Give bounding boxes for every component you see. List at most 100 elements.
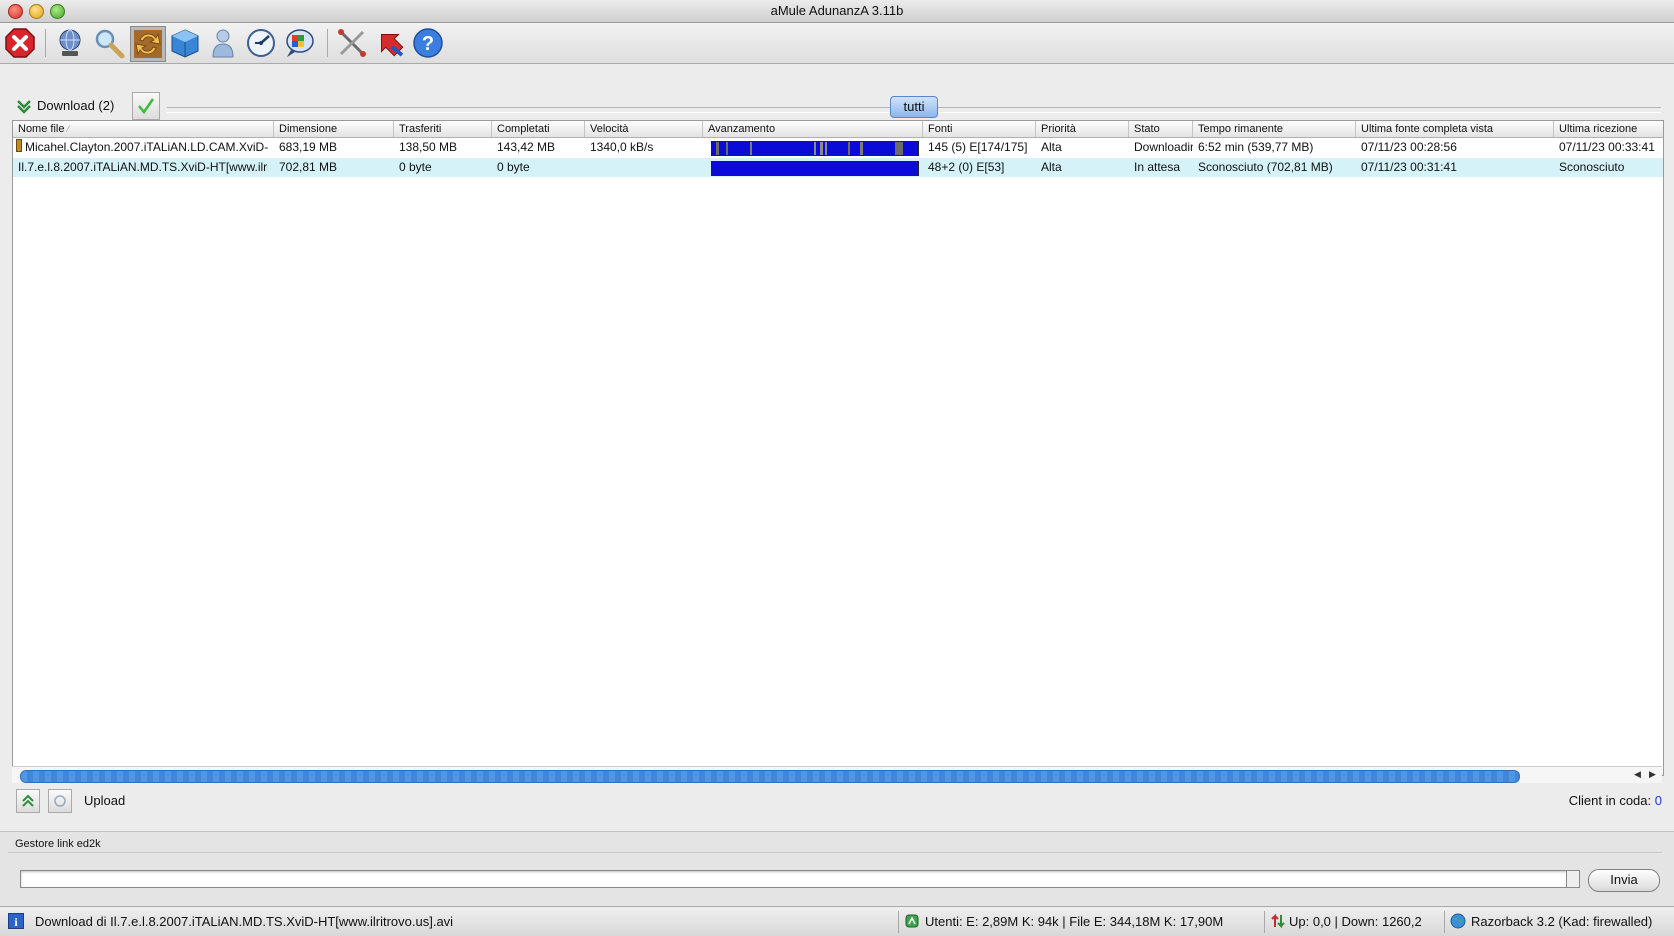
- column-header-sources[interactable]: Fonti: [923, 121, 1036, 137]
- table-row[interactable]: Micahel.Clayton.2007.iTALiAN.LD.CAM.XviD…: [13, 138, 1663, 157]
- shared-files-icon: [171, 29, 199, 58]
- window-close-button[interactable]: [8, 4, 23, 19]
- statistics-icon: [247, 29, 275, 57]
- filter-all-button[interactable]: tutti: [890, 96, 938, 118]
- transfers-button[interactable]: [130, 26, 166, 62]
- search-button[interactable]: [92, 26, 126, 60]
- horizontal-scrollbar[interactable]: ◀ ▶: [12, 766, 1662, 783]
- messages-button[interactable]: [206, 26, 240, 60]
- upload-toggle-button[interactable]: [16, 789, 40, 813]
- downloads-title: Download (2): [37, 98, 115, 113]
- sources-cell: 48+2 (0) E[53]: [928, 160, 1005, 174]
- speed-cell: 1340,0 kB/s: [590, 140, 654, 154]
- import-icon: [381, 34, 404, 57]
- sort-indicator-icon: ⁄: [67, 124, 70, 134]
- column-header-size[interactable]: Dimensione: [274, 121, 394, 137]
- download-arrow-icon: [17, 100, 31, 114]
- ed2k-label: Gestore link ed2k: [15, 838, 101, 850]
- help-button[interactable]: ?: [411, 26, 445, 60]
- last-received-cell: 07/11/23 00:33:41: [1559, 140, 1655, 154]
- last-received-cell: Sconosciuto: [1559, 160, 1625, 174]
- ed2k-link-input[interactable]: [20, 870, 1580, 888]
- downloads-table[interactable]: Nome file ⁄ Dimensione Trasferiti Comple…: [12, 120, 1664, 776]
- refresh-icon: [54, 795, 66, 807]
- window-zoom-button[interactable]: [50, 4, 65, 19]
- disconnect-icon: [5, 28, 35, 58]
- scroll-right-arrow-icon[interactable]: ▶: [1649, 769, 1656, 780]
- window-minimize-button[interactable]: [29, 4, 44, 19]
- column-header-priority[interactable]: Priorità: [1036, 121, 1129, 137]
- search-icon: [95, 29, 125, 59]
- table-header: Nome file ⁄ Dimensione Trasferiti Comple…: [13, 121, 1663, 138]
- preferences-button[interactable]: [335, 26, 369, 60]
- file-name-cell: Micahel.Clayton.2007.iTALiAN.LD.CAM.XviD…: [13, 138, 268, 157]
- file-status-icon: [16, 139, 22, 152]
- kad-icon: [286, 29, 314, 57]
- shared-files-button[interactable]: [168, 26, 202, 60]
- toolbar: ?: [0, 23, 1674, 64]
- speed-stats: Up: 0,0 | Down: 1260,2: [1289, 914, 1422, 929]
- transferred-cell: 138,50 MB: [399, 140, 458, 154]
- scroll-left-arrow-icon[interactable]: ◀: [1634, 769, 1641, 780]
- last-complete-cell: 07/11/23 00:28:56: [1361, 140, 1457, 154]
- priority-cell: Alta: [1041, 160, 1062, 174]
- network-icon: [59, 29, 81, 56]
- window-title: aMule AdunanzA 3.11b: [770, 3, 904, 18]
- status-cell: Downloading: [1134, 140, 1193, 154]
- last-complete-cell: 07/11/23 00:31:41: [1361, 160, 1457, 174]
- column-header-last-received[interactable]: Ultima ricezione: [1554, 121, 1663, 137]
- upload-refresh-button[interactable]: [48, 789, 72, 813]
- progress-bar: [711, 161, 919, 176]
- import-button[interactable]: [373, 26, 407, 60]
- send-button[interactable]: Invia: [1588, 869, 1660, 892]
- users-stats: Utenti: E: 2,89M K: 94k | File E: 344,18…: [925, 914, 1224, 929]
- server-status: Razorback 3.2 (Kad: firewalled): [1471, 914, 1653, 929]
- show-completed-button[interactable]: [132, 92, 160, 120]
- queue-label: Client in coda:: [1568, 793, 1652, 808]
- ed2k-divider: [8, 852, 1662, 854]
- status-message: Download di Il.7.e.l.8.2007.iTALiAN.MD.T…: [35, 914, 454, 929]
- window-titlebar: aMule AdunanzA 3.11b: [0, 0, 1674, 23]
- ed2k-link-panel: Gestore link ed2k Invia: [0, 831, 1674, 907]
- completed-cell: 143,42 MB: [497, 140, 556, 154]
- network-button[interactable]: [53, 26, 87, 60]
- progress-segments: [716, 142, 903, 155]
- column-header-transferred[interactable]: Trasferiti: [394, 121, 492, 137]
- speed-cell: [585, 158, 703, 177]
- completed-cell: 0 byte: [497, 160, 530, 174]
- status-bar: i Download di Il.7.e.l.8.2007.iTALiAN.MD…: [0, 906, 1674, 936]
- column-header-progress[interactable]: Avanzamento: [703, 121, 923, 137]
- table-row-selected[interactable]: Il.7.e.l.8.2007.iTALiAN.MD.TS.XviD-HT[ww…: [13, 158, 1663, 177]
- checkmark-icon: [138, 98, 155, 115]
- transfers-icon: [134, 30, 162, 58]
- ed2k-input-resize-handle[interactable]: [1566, 870, 1580, 888]
- column-header-status[interactable]: Stato: [1129, 121, 1193, 137]
- remaining-cell: Sconosciuto (702,81 MB): [1198, 160, 1333, 174]
- column-header-speed[interactable]: Velocità: [585, 121, 703, 137]
- status-cell: In attesa: [1134, 160, 1181, 174]
- transfers-panel: Download (2) tutti Nome file ⁄ Dimension…: [0, 64, 1674, 831]
- column-header-remaining[interactable]: Tempo rimanente: [1193, 121, 1356, 137]
- column-header-completed[interactable]: Completati: [492, 121, 585, 137]
- preferences-icon: [338, 29, 366, 57]
- kad-button[interactable]: [282, 26, 316, 60]
- info-icon: i: [8, 913, 24, 929]
- column-header-name[interactable]: Nome file ⁄: [13, 121, 274, 137]
- queue-count: 0: [1654, 793, 1662, 808]
- messages-icon: [212, 29, 234, 58]
- help-icon: ?: [413, 28, 443, 58]
- transferred-cell: 0 byte: [399, 160, 432, 174]
- size-cell: 683,19 MB: [279, 140, 338, 154]
- priority-cell: Alta: [1041, 140, 1062, 154]
- progress-bar: [711, 141, 919, 156]
- scrollbar-thumb[interactable]: [20, 770, 1520, 783]
- upload-label: Upload: [84, 793, 126, 808]
- upload-arrow-icon: [22, 794, 34, 807]
- up-down-icon: [1271, 913, 1285, 929]
- sources-cell: 145 (5) E[174/175]: [928, 140, 1028, 154]
- statistics-button[interactable]: [244, 26, 278, 60]
- server-globe-icon: [1450, 913, 1466, 929]
- column-header-last-complete[interactable]: Ultima fonte completa vista: [1356, 121, 1554, 137]
- disconnect-button[interactable]: [3, 26, 37, 60]
- upload-header: Upload Client in coda: 0: [12, 789, 1662, 815]
